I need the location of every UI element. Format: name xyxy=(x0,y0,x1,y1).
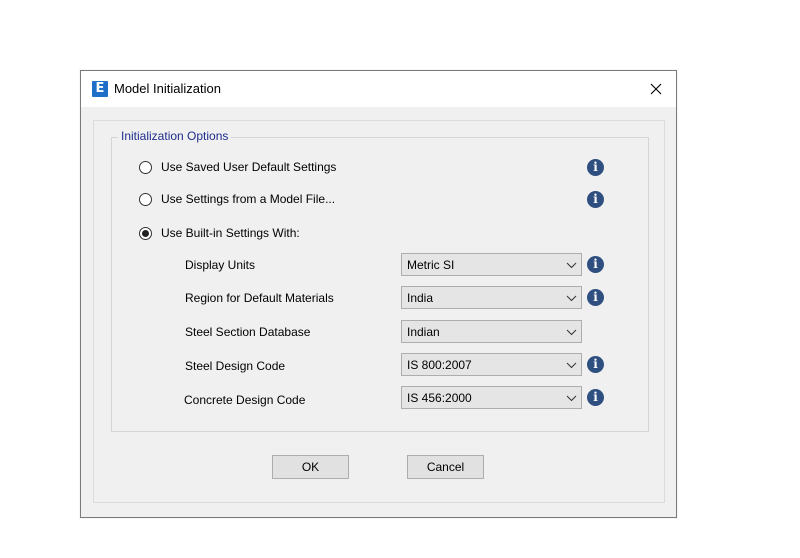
dropdown-value: IS 800:2007 xyxy=(407,358,472,372)
radio-label: Use Built-in Settings With: xyxy=(161,226,300,240)
radio-option-model-file[interactable]: Use Settings from a Model File... xyxy=(139,191,335,207)
close-button[interactable] xyxy=(636,71,676,107)
radio-button-selected[interactable] xyxy=(139,226,152,240)
chevron-down-icon xyxy=(566,329,577,336)
radio-option-saved-user-defaults[interactable]: Use Saved User Default Settings xyxy=(139,159,336,175)
concrete-design-code-dropdown[interactable]: IS 456:2000 xyxy=(401,386,582,409)
cancel-button[interactable]: Cancel xyxy=(407,455,484,479)
dropdown-value: India xyxy=(407,291,434,305)
display-units-label: Display Units xyxy=(185,258,256,272)
info-icon[interactable]: i xyxy=(587,389,604,406)
dropdown-value: Indian xyxy=(407,325,440,339)
chevron-down-icon xyxy=(566,295,577,302)
steel-section-database-dropdown[interactable]: Indian xyxy=(401,320,582,343)
steel-design-code-dropdown[interactable]: IS 800:2007 xyxy=(401,353,582,376)
info-icon[interactable]: i xyxy=(587,256,604,273)
etabs-app-icon: E xyxy=(92,81,108,97)
close-icon xyxy=(650,83,662,95)
dropdown-value: Metric SI xyxy=(407,258,455,272)
info-icon[interactable]: i xyxy=(587,191,604,208)
region-default-materials-dropdown[interactable]: India xyxy=(401,286,582,309)
concrete-design-code-label: Concrete Design Code xyxy=(184,393,306,407)
dropdown-value: IS 456:2000 xyxy=(407,391,472,405)
display-units-dropdown[interactable]: Metric SI xyxy=(401,253,582,276)
info-icon[interactable]: i xyxy=(587,159,604,176)
chevron-down-icon xyxy=(566,362,577,369)
title-bar: E Model Initialization xyxy=(81,71,676,107)
info-icon[interactable]: i xyxy=(587,289,604,306)
steel-design-code-label: Steel Design Code xyxy=(185,359,286,373)
radio-label: Use Settings from a Model File... xyxy=(161,192,336,206)
dialog-title: Model Initialization xyxy=(114,81,221,96)
radio-option-built-in-settings[interactable]: Use Built-in Settings With: xyxy=(139,225,300,241)
ok-button[interactable]: OK xyxy=(272,455,349,479)
initialization-options-legend: Initialization Options xyxy=(118,129,232,143)
chevron-down-icon xyxy=(566,262,577,269)
radio-button[interactable] xyxy=(139,192,152,206)
info-icon[interactable]: i xyxy=(587,356,604,373)
radio-button[interactable] xyxy=(139,160,152,174)
radio-label: Use Saved User Default Settings xyxy=(161,160,337,174)
steel-section-database-label: Steel Section Database xyxy=(185,325,311,339)
region-default-materials-label: Region for Default Materials xyxy=(185,291,334,305)
model-initialization-dialog: E Model Initialization Initialization Op… xyxy=(80,70,677,518)
chevron-down-icon xyxy=(566,395,577,402)
